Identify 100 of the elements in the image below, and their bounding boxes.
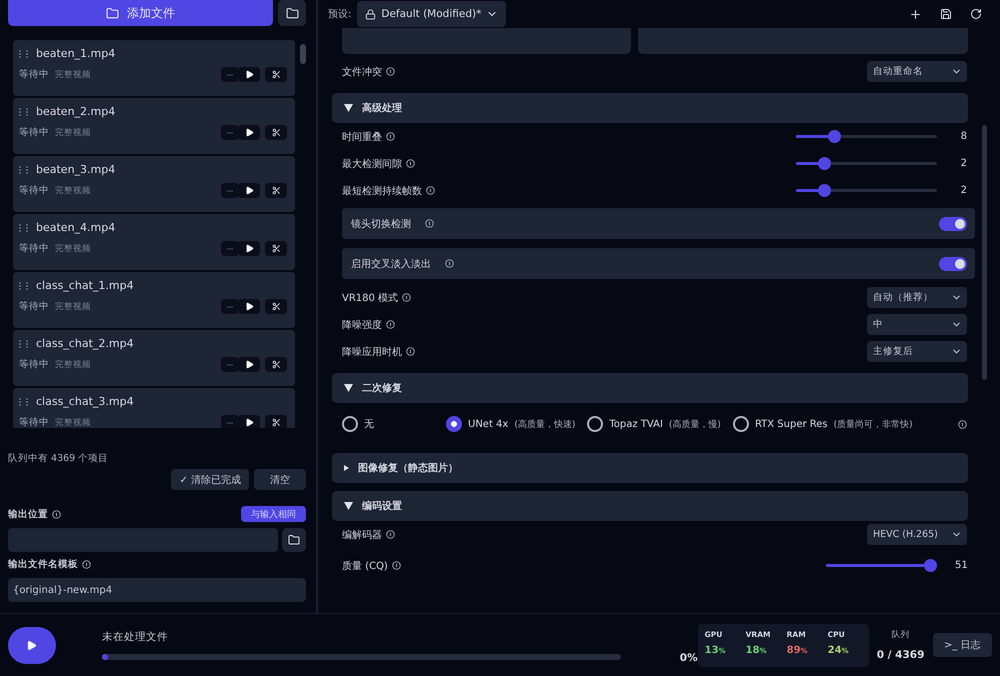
radio-button[interactable] xyxy=(342,416,358,432)
queue-item[interactable]: beaten_4.mp4 等待中 完整视频 xyxy=(13,214,295,270)
start-button[interactable] xyxy=(8,626,56,664)
toggle-switch[interactable] xyxy=(939,256,967,270)
play-button[interactable] xyxy=(238,357,260,372)
progress-percent: 0% xyxy=(680,652,698,664)
slider-thumb[interactable] xyxy=(818,184,831,197)
drag-handle-icon[interactable] xyxy=(19,340,30,348)
slider[interactable] xyxy=(826,559,937,572)
mode-text: 完整视频 xyxy=(55,68,92,80)
mode-text: 完整视频 xyxy=(55,184,92,196)
trim-button[interactable] xyxy=(265,67,287,82)
trim-button[interactable] xyxy=(265,299,287,314)
mode-text: 完整视频 xyxy=(55,300,92,312)
field-label: 输出文件名模板 xyxy=(8,558,91,571)
toggle-switch[interactable] xyxy=(939,216,967,230)
play-button[interactable] xyxy=(238,241,260,256)
slider-thumb[interactable] xyxy=(818,157,831,170)
browse-folder-button[interactable] xyxy=(282,528,306,552)
play-button[interactable] xyxy=(238,299,260,314)
save-button[interactable] xyxy=(940,8,952,20)
scissors-icon xyxy=(272,360,280,369)
lock-icon xyxy=(365,8,376,20)
slider[interactable] xyxy=(796,130,937,143)
file-name: class_chat_1.mp4 xyxy=(36,279,134,292)
trim-button[interactable] xyxy=(265,125,287,140)
slider[interactable] xyxy=(796,157,937,170)
collapsed-triangle-icon xyxy=(344,465,349,471)
add-button[interactable] xyxy=(909,8,922,20)
trim-button[interactable] xyxy=(265,357,287,372)
play-button[interactable] xyxy=(238,415,260,428)
clear-done-button[interactable]: ✓ 清除已完成 xyxy=(171,469,249,490)
slider-thumb[interactable] xyxy=(924,559,937,572)
drag-handle-icon[interactable] xyxy=(19,282,30,290)
section-header[interactable]: 高级处理 xyxy=(332,93,968,123)
log-button[interactable]: >_ 日志 xyxy=(932,633,992,657)
radio-option[interactable]: UNet 4x (高质量，快速) xyxy=(446,416,576,432)
queue-item[interactable]: class_chat_2.mp4 等待中 完整视频 xyxy=(13,330,295,386)
play-button[interactable] xyxy=(238,67,260,82)
setting-label: 文件冲突 xyxy=(342,64,395,78)
play-icon xyxy=(244,360,254,369)
preset-dropdown[interactable]: Default (Modified)* xyxy=(357,1,506,27)
queue-item[interactable]: beaten_3.mp4 等待中 完整视频 xyxy=(13,156,295,212)
section-header[interactable]: 编码设置 xyxy=(332,491,968,521)
file-name: beaten_4.mp4 xyxy=(36,221,116,234)
queue-item[interactable]: beaten_1.mp4 等待中 完整视频 xyxy=(13,40,295,96)
select-dropdown[interactable]: 自动（推荐） xyxy=(867,287,967,308)
queue-item[interactable]: class_chat_1.mp4 等待中 完整视频 xyxy=(13,272,295,328)
scrollbar[interactable] xyxy=(300,44,306,64)
play-button[interactable] xyxy=(238,125,260,140)
file-name: beaten_3.mp4 xyxy=(36,163,116,176)
select-dropdown[interactable]: 主修复后 xyxy=(867,341,967,362)
setting-label: 最大检测间隙 xyxy=(342,156,415,170)
play-icon xyxy=(244,128,254,137)
scrollbar[interactable] xyxy=(982,125,987,380)
radio-option[interactable]: RTX Super Res (质量尚可，非常快) xyxy=(732,416,913,432)
select-dropdown[interactable]: 自动重命名 xyxy=(867,61,967,82)
select-dropdown[interactable]: HEVC (H.265) xyxy=(867,524,967,545)
scissors-icon xyxy=(272,128,280,137)
file-name: class_chat_3.mp4 xyxy=(36,395,134,408)
toggle-card: 启用交叉淡入淡出 xyxy=(342,248,975,279)
expanded-triangle-icon xyxy=(344,104,353,112)
drag-handle-icon[interactable] xyxy=(19,108,30,116)
radio-button[interactable] xyxy=(732,416,749,432)
play-button[interactable] xyxy=(238,183,260,198)
template-field[interactable]: {original}-new.mp4 xyxy=(8,578,306,602)
clear-button[interactable]: 清空 xyxy=(254,469,306,490)
drag-handle-icon[interactable] xyxy=(19,50,30,58)
trim-button[interactable] xyxy=(265,241,287,256)
play-icon xyxy=(244,186,254,195)
select-dropdown[interactable]: 中 xyxy=(867,314,967,335)
scissors-icon xyxy=(272,244,280,253)
queue-item[interactable]: beaten_2.mp4 等待中 完整视频 xyxy=(13,98,295,154)
section-header[interactable]: 二次修复 xyxy=(332,373,968,403)
mode-text: 完整视频 xyxy=(55,126,92,138)
info-icon xyxy=(958,420,967,428)
folder-button[interactable] xyxy=(278,0,306,26)
info-icon xyxy=(386,320,395,329)
drag-handle-icon[interactable] xyxy=(19,398,30,406)
radio-button[interactable] xyxy=(446,416,462,432)
setting-label: 编解码器 xyxy=(342,528,395,542)
refresh-button[interactable] xyxy=(970,8,982,20)
drag-handle-icon[interactable] xyxy=(19,224,30,232)
toggle-card: 镜头切换检测 xyxy=(342,208,975,239)
radio-option[interactable]: Topaz TVAI (高质量，慢) xyxy=(587,416,721,432)
radio-button[interactable] xyxy=(587,416,604,432)
section-header[interactable]: 图像修复（静态图片） xyxy=(332,453,968,483)
queue-item[interactable]: class_chat_3.mp4 等待中 完整视频 xyxy=(13,388,295,428)
slider-thumb[interactable] xyxy=(828,130,841,143)
folder-icon xyxy=(106,6,119,20)
same-as-input-button[interactable]: 与输入相同 xyxy=(241,506,306,522)
slider[interactable] xyxy=(796,184,937,197)
status-text: 等待中 xyxy=(19,68,49,81)
queue-count: 队列中有 4369 个项目 xyxy=(8,452,110,465)
trim-button[interactable] xyxy=(265,415,287,428)
drag-handle-icon[interactable] xyxy=(19,166,30,174)
radio-option[interactable]: 无 xyxy=(342,416,374,432)
trim-button[interactable] xyxy=(265,183,287,198)
add-files-button[interactable]: 添加文件 xyxy=(8,0,273,26)
output-path-field[interactable] xyxy=(8,528,278,552)
